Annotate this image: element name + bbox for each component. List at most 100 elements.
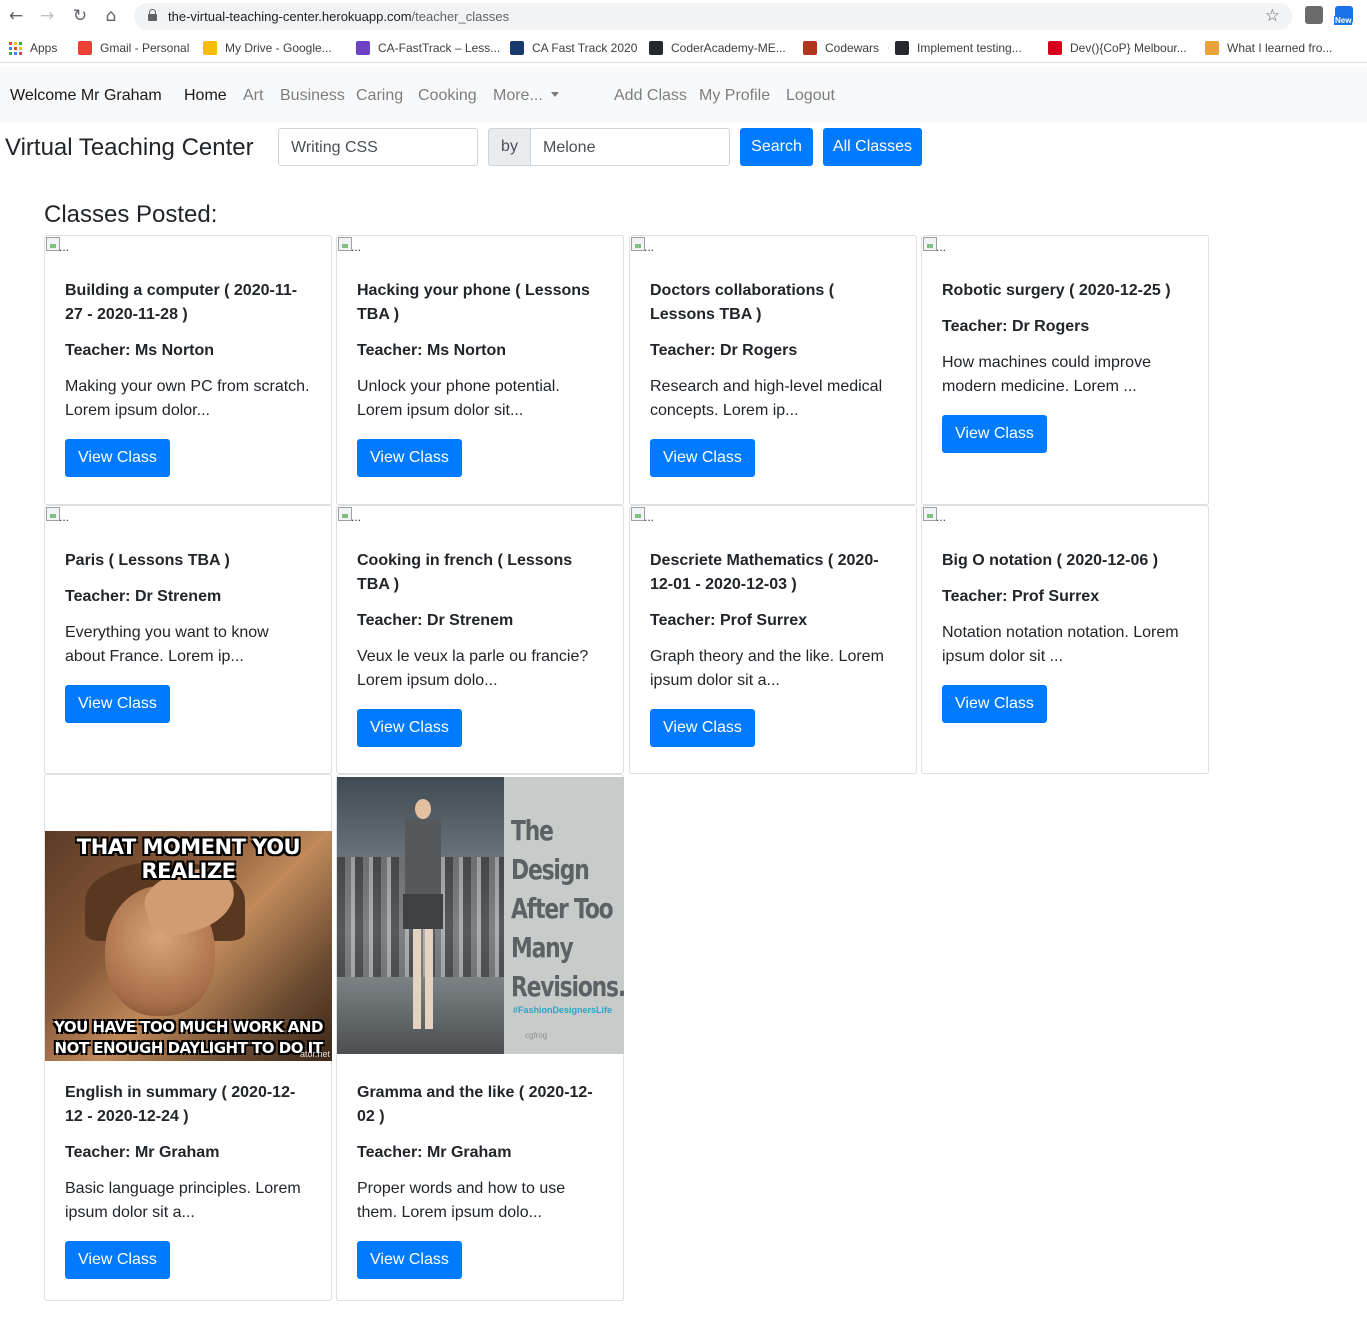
extension-new-icon[interactable]: New [1334, 6, 1353, 25]
nav-add-class[interactable]: Add Class [614, 86, 687, 105]
image-caption-text: The Design After Too Many Revisions... [511, 814, 624, 1003]
image-alt-text: ... [59, 510, 70, 524]
bookmark-favicon-icon [649, 41, 663, 55]
by-label: by [488, 128, 531, 166]
extension-icon[interactable] [1305, 6, 1323, 24]
bookmark-favicon-icon [510, 41, 524, 55]
view-class-button[interactable]: View Class [357, 439, 462, 477]
nav-more-dropdown[interactable]: More... [493, 86, 559, 105]
card-teacher: Teacher: Dr Rogers [650, 342, 798, 359]
browser-toolbar: ← → ↻ ⌂ the-virtual-teaching-center.hero… [0, 0, 1367, 33]
image-alt-text: ... [936, 510, 947, 524]
class-search-input[interactable]: Writing CSS [278, 128, 478, 166]
image-hashtag: #FashionDesignersLife [513, 1005, 613, 1015]
bookmark-item[interactable]: Codewars [803, 40, 879, 56]
card-description: Research and high-level medical concepts… [650, 378, 883, 419]
bookmarks-bar: Apps Gmail - Personal My Drive - Google...… [0, 33, 1367, 63]
broken-image-icon: ... [630, 236, 660, 256]
nav-caring[interactable]: Caring [356, 86, 403, 105]
card-teacher: Teacher: Dr Strenem [65, 588, 222, 605]
apps-grid-icon [8, 41, 22, 55]
card-body: Gramma and the like ( 2020-12-02 ) Teache… [357, 1081, 603, 1279]
class-card: ... Descriete Mathematics ( 2020-12-01 - … [629, 505, 917, 774]
image-watermark: ator.net [299, 1049, 330, 1059]
card-title: Robotic surgery ( 2020-12-25 ) [942, 282, 1171, 299]
card-title: Big O notation ( 2020-12-06 ) [942, 552, 1159, 569]
nav-cooking[interactable]: Cooking [418, 86, 477, 105]
class-card: ... Doctors collaborations ( Lessons TBA … [629, 235, 917, 505]
class-card: THAT MOMENT YOU REALIZE YOU HAVE TOO MUCH… [44, 774, 332, 1301]
image-alt-text: ... [644, 240, 655, 254]
bookmark-item[interactable]: Apps [8, 40, 57, 56]
nav-more-label: More... [493, 87, 543, 104]
caret-down-icon [550, 91, 559, 97]
address-bar[interactable]: the-virtual-teaching-center.herokuapp.co… [134, 3, 1292, 30]
bookmark-label: Codewars [825, 41, 880, 55]
card-description: Unlock your phone potential. Lorem ipsum… [357, 378, 560, 419]
class-card: ... Paris ( Lessons TBA ) Teacher: Dr Stre… [44, 505, 332, 774]
card-title: Hacking your phone ( Lessons TBA ) [357, 282, 590, 323]
image-alt-text: ... [936, 240, 947, 254]
reload-icon[interactable]: ↻ [70, 6, 90, 26]
bookmark-favicon-icon [356, 41, 370, 55]
site-brand[interactable]: Virtual Teaching Center [5, 133, 254, 163]
bookmark-label: Apps [30, 41, 58, 55]
card-body: Robotic surgery ( 2020-12-25 ) Teacher: D… [942, 279, 1188, 453]
class-card: ... Hacking your phone ( Lessons TBA ) Tea… [336, 235, 624, 505]
search-button[interactable]: Search [740, 128, 813, 166]
bookmark-favicon-icon [203, 41, 217, 55]
nav-business[interactable]: Business [280, 86, 345, 105]
bookmark-item[interactable]: Gmail - Personal [78, 40, 189, 56]
card-body: Paris ( Lessons TBA ) Teacher: Dr Strenem… [65, 549, 311, 723]
view-class-button[interactable]: View Class [942, 685, 1047, 723]
nav-my-profile[interactable]: My Profile [699, 86, 770, 105]
view-class-button[interactable]: View Class [65, 1241, 170, 1279]
card-description: Everything you want to know about France… [65, 624, 269, 665]
bookmark-item[interactable]: My Drive - Google... [203, 40, 332, 56]
card-teacher: Teacher: Dr Strenem [357, 612, 514, 629]
card-body: Doctors collaborations ( Lessons TBA ) Te… [650, 279, 896, 477]
view-class-button[interactable]: View Class [650, 439, 755, 477]
card-title: Descriete Mathematics ( 2020-12-01 - 202… [650, 552, 879, 593]
nav-art[interactable]: Art [243, 86, 263, 105]
bookmark-label: CA-FastTrack – Less... [378, 41, 501, 55]
broken-image-icon: ... [630, 506, 660, 526]
card-title: Building a computer ( 2020-11-27 - 2020-… [65, 282, 298, 323]
home-icon[interactable]: ⌂ [101, 6, 121, 26]
card-description: Notation notation notation. Lorem ipsum … [942, 624, 1179, 665]
image-alt-text: ... [351, 510, 362, 524]
forward-arrow-icon[interactable]: → [37, 6, 57, 26]
back-arrow-icon[interactable]: ← [6, 6, 26, 26]
bookmark-label: What I learned fro... [1227, 41, 1333, 55]
bookmark-star-icon[interactable]: ☆ [1265, 6, 1280, 26]
bookmark-item[interactable]: CA-FastTrack – Less... [356, 40, 500, 56]
nav-logout[interactable]: Logout [786, 86, 835, 105]
card-teacher: Teacher: Mr Graham [65, 1144, 220, 1161]
view-class-button[interactable]: View Class [650, 709, 755, 747]
bookmark-item[interactable]: CA Fast Track 2020 [510, 40, 637, 56]
bookmark-item[interactable]: What I learned fro... [1205, 40, 1332, 56]
navbar: Welcome Mr Graham Home Art Business Cari… [0, 67, 1367, 123]
view-class-button[interactable]: View Class [357, 1241, 462, 1279]
bookmark-item[interactable]: Implement testing... [895, 40, 1022, 56]
bookmark-favicon-icon [1205, 41, 1219, 55]
bookmark-item[interactable]: Dev(){CoP} Melbour... [1048, 40, 1187, 56]
card-description: Graph theory and the like. Lorem ipsum d… [650, 648, 884, 689]
nav-home[interactable]: Home [184, 86, 227, 105]
view-class-button[interactable]: View Class [357, 709, 462, 747]
broken-image-icon: ... [337, 506, 367, 526]
url-text: the-virtual-teaching-center.herokuapp.co… [168, 9, 510, 24]
bookmark-label: Gmail - Personal [100, 41, 190, 55]
all-classes-button[interactable]: All Classes [823, 128, 922, 166]
bookmark-item[interactable]: CoderAcademy-ME... [649, 40, 786, 56]
view-class-button[interactable]: View Class [65, 439, 170, 477]
view-class-button[interactable]: View Class [65, 685, 170, 723]
bookmark-label: Implement testing... [917, 41, 1022, 55]
image-alt-text: ... [59, 240, 70, 254]
view-class-button[interactable]: View Class [942, 415, 1047, 453]
broken-image-icon: ... [922, 506, 952, 526]
card-body: Hacking your phone ( Lessons TBA ) Teache… [357, 279, 603, 477]
teacher-search-input[interactable]: Melone [530, 128, 730, 166]
card-teacher: Teacher: Prof Surrex [942, 588, 1100, 605]
card-body: Cooking in french ( Lessons TBA ) Teacher… [357, 549, 603, 747]
